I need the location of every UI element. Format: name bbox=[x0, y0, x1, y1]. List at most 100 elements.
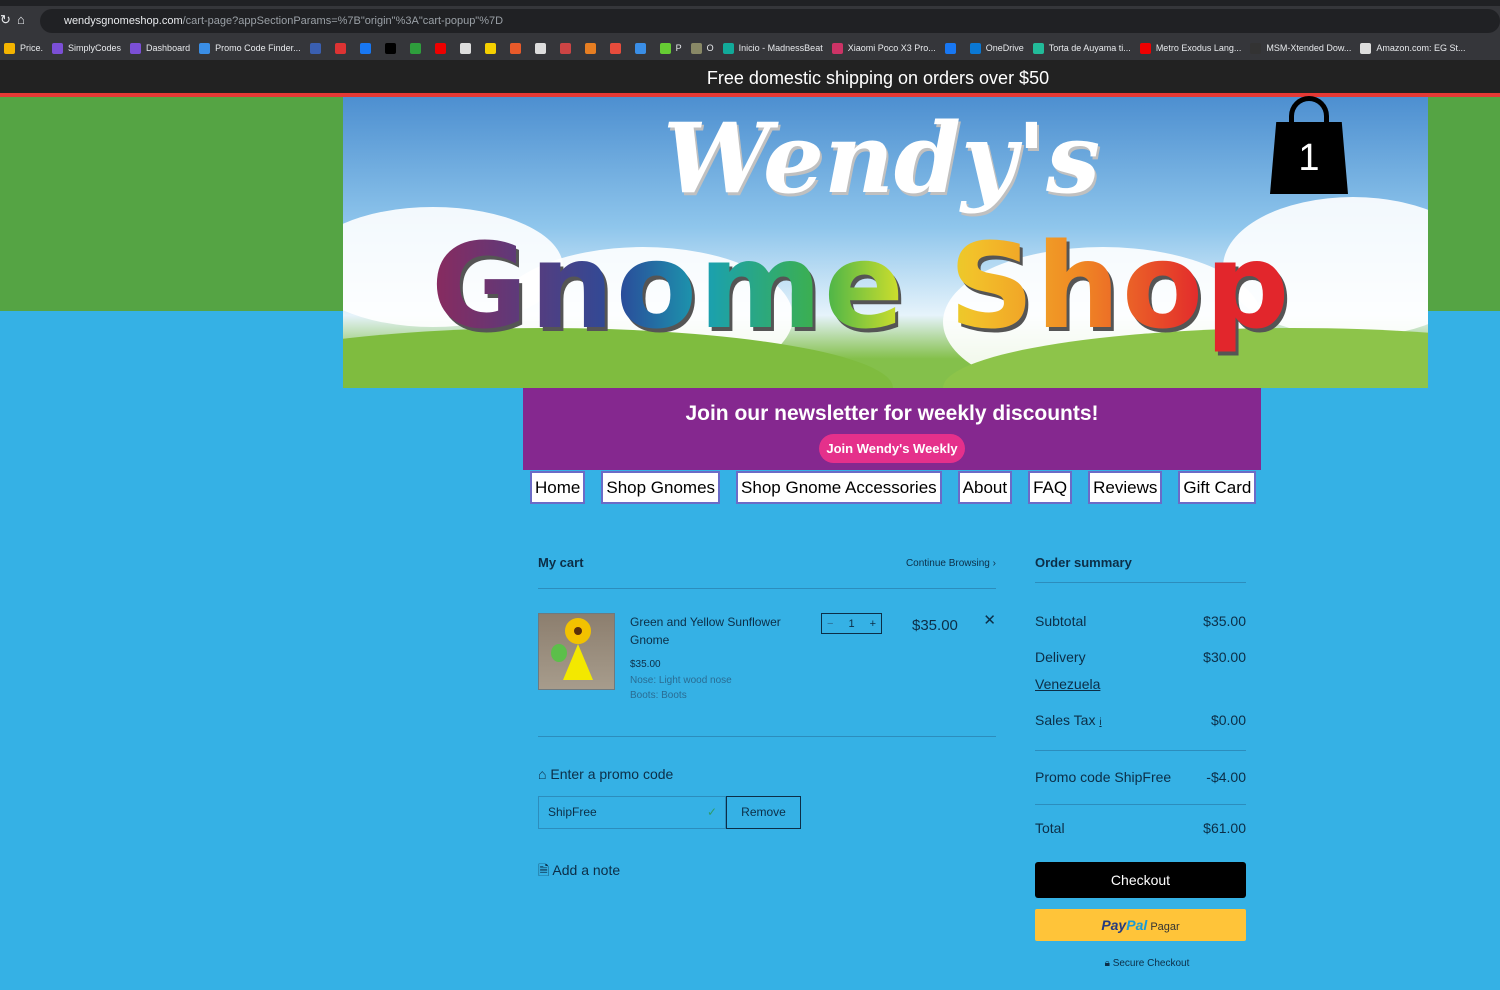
bookmark-label: Inicio - MadnessBeat bbox=[738, 43, 823, 53]
home-icon[interactable]: ⌂ bbox=[17, 12, 25, 27]
bookmark[interactable]: Price. bbox=[4, 42, 44, 54]
product-option-boots: Boots: Boots bbox=[630, 690, 687, 701]
bookmark[interactable]: O bbox=[690, 42, 714, 54]
add-note-link[interactable]: 🗎 Add a note bbox=[538, 860, 620, 884]
tax-row: Sales Tax i $0.00 bbox=[1035, 712, 1246, 728]
bookmark[interactable] bbox=[609, 42, 626, 54]
bookmark[interactable] bbox=[334, 42, 351, 54]
bookmark[interactable] bbox=[559, 42, 576, 54]
bookmark[interactable] bbox=[434, 42, 451, 54]
logo-gnome-shop: Gnome Shop bbox=[431, 217, 1292, 355]
menu-about[interactable]: About bbox=[957, 471, 1013, 504]
divider bbox=[1035, 750, 1246, 751]
continue-browsing-link[interactable]: Continue Browsing › bbox=[906, 558, 996, 569]
remove-promo-button[interactable]: Remove bbox=[726, 796, 801, 829]
product-name[interactable]: Green and Yellow Sunflower Gnome bbox=[630, 613, 800, 649]
site-banner[interactable]: Wendy's Gnome Shop bbox=[343, 97, 1428, 388]
checkout-button[interactable]: Checkout bbox=[1035, 862, 1246, 898]
bookmark-icon bbox=[690, 42, 702, 54]
quantity-value[interactable]: 1 bbox=[848, 618, 854, 630]
secure-checkout: 🔒︎ Secure Checkout bbox=[1035, 958, 1259, 969]
increment-button[interactable]: + bbox=[870, 618, 876, 630]
bookmark[interactable] bbox=[534, 42, 551, 54]
shipping-announcement: Free domestic shipping on orders over $5… bbox=[0, 60, 1500, 93]
decrement-button[interactable]: − bbox=[827, 618, 833, 630]
bookmark-icon bbox=[384, 42, 396, 54]
total-label: Total bbox=[1035, 820, 1065, 836]
lock-icon: 🔒︎ bbox=[1104, 958, 1110, 969]
bookmark[interactable] bbox=[509, 42, 526, 54]
menu-shop-accessories[interactable]: Shop Gnome Accessories bbox=[736, 471, 942, 504]
tab-strip bbox=[0, 0, 1500, 6]
bookmark[interactable]: Amazon.com: EG St... bbox=[1360, 42, 1466, 54]
bookmark[interactable] bbox=[484, 42, 501, 54]
delivery-label: Delivery bbox=[1035, 649, 1086, 665]
remove-item-icon[interactable]: ✕ bbox=[983, 611, 996, 629]
bookmark-icon bbox=[359, 42, 371, 54]
bookmark[interactable]: SimplyCodes bbox=[52, 42, 121, 54]
menu-faq[interactable]: FAQ bbox=[1028, 471, 1073, 504]
check-icon: ✓ bbox=[706, 805, 717, 819]
bookmark-icon bbox=[1032, 42, 1044, 54]
bookmark-icon bbox=[944, 42, 956, 54]
delivery-country-link[interactable]: Venezuela bbox=[1035, 676, 1100, 692]
promo-code-input[interactable]: ShipFree ✓ bbox=[538, 796, 726, 829]
bookmark[interactable] bbox=[584, 42, 601, 54]
bookmark-icon bbox=[199, 42, 211, 54]
url-domain: wendysgnomeshop.com bbox=[64, 15, 183, 27]
bookmark[interactable] bbox=[359, 42, 376, 54]
reload-icon[interactable]: ↻ bbox=[0, 12, 11, 28]
divider bbox=[1035, 582, 1246, 583]
bookmark[interactable]: Inicio - MadnessBeat bbox=[722, 42, 823, 54]
menu-gift-card[interactable]: Gift Card bbox=[1178, 471, 1257, 504]
bookmark[interactable]: OneDrive bbox=[969, 42, 1024, 54]
bookmark-icon bbox=[409, 42, 421, 54]
bookmark-icon bbox=[1360, 42, 1372, 54]
subtotal-value: $35.00 bbox=[1203, 613, 1246, 629]
bookmark[interactable] bbox=[459, 42, 476, 54]
bookmark-label: O bbox=[706, 43, 714, 53]
bookmark-icon bbox=[534, 42, 546, 54]
bookmark[interactable] bbox=[309, 42, 326, 54]
bookmark[interactable]: MSM-Xtended Dow... bbox=[1250, 42, 1352, 54]
product-image[interactable] bbox=[538, 613, 615, 690]
subtotal-label: Subtotal bbox=[1035, 613, 1087, 629]
tax-label: Sales Tax bbox=[1035, 712, 1096, 728]
bookmark[interactable] bbox=[944, 42, 961, 54]
cart-bag-icon[interactable]: 1 bbox=[1270, 96, 1348, 194]
bookmark-label: MSM-Xtended Dow... bbox=[1266, 43, 1352, 53]
bookmark-icon bbox=[130, 42, 142, 54]
menu-reviews[interactable]: Reviews bbox=[1088, 471, 1163, 504]
menu-home[interactable]: Home bbox=[530, 471, 586, 504]
bookmark-label: Amazon.com: EG St... bbox=[1376, 43, 1466, 53]
bookmark[interactable] bbox=[384, 42, 401, 54]
quantity-stepper[interactable]: − 1 + bbox=[821, 613, 882, 634]
bookmark[interactable]: Dashboard bbox=[130, 42, 190, 54]
info-icon[interactable]: i bbox=[1099, 717, 1101, 728]
bookmark-label: Promo Code Finder... bbox=[215, 43, 301, 53]
paypal-logo: PayPal bbox=[1101, 917, 1148, 933]
bookmark[interactable] bbox=[634, 42, 651, 54]
bookmark[interactable]: P bbox=[659, 42, 682, 54]
tax-value: $0.00 bbox=[1210, 712, 1246, 728]
bookmark[interactable]: Promo Code Finder... bbox=[199, 42, 301, 54]
promo-code-toggle[interactable]: ⌂ Enter a promo code bbox=[538, 766, 673, 782]
join-newsletter-button[interactable]: Join Wendy's Weekly bbox=[819, 434, 965, 463]
summary-title: Order summary bbox=[1035, 555, 1132, 570]
promo-value: -$4.00 bbox=[1206, 769, 1246, 785]
cart-count: 1 bbox=[1298, 137, 1320, 179]
address-bar[interactable]: wendysgnomeshop.com/cart-page?appSection… bbox=[40, 9, 1500, 33]
bookmarks-bar: Price. SimplyCodes Dashboard Promo Code Fin… bbox=[0, 36, 1500, 60]
bookmark[interactable]: Xiaomi Poco X3 Pro... bbox=[831, 42, 936, 54]
bookmark[interactable] bbox=[409, 42, 426, 54]
bookmark-icon bbox=[831, 42, 843, 54]
paypal-button[interactable]: PayPal Pagar bbox=[1035, 909, 1246, 941]
bookmark[interactable]: Metro Exodus Lang... bbox=[1139, 42, 1241, 54]
bookmark[interactable]: Torta de Auyama ti... bbox=[1032, 42, 1131, 54]
note-label: Add a note bbox=[552, 862, 621, 878]
cart-title: My cart bbox=[538, 555, 584, 570]
promo-row: Promo code ShipFree -$4.00 bbox=[1035, 769, 1246, 785]
menu-shop-gnomes[interactable]: Shop Gnomes bbox=[601, 471, 721, 504]
bookmark-icon bbox=[459, 42, 471, 54]
bookmark-label: Price. bbox=[20, 43, 44, 53]
